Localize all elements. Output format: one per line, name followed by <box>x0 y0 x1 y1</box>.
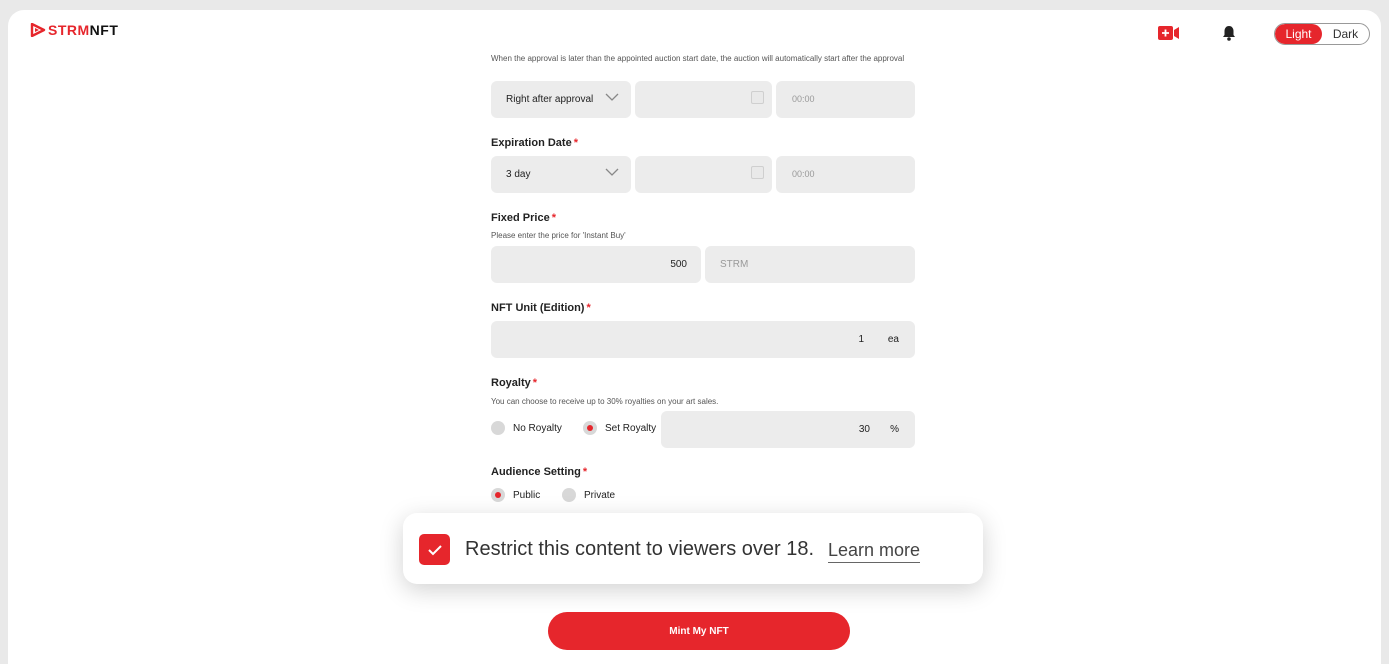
currency-field: STRM <box>705 246 915 283</box>
fixed-price-value: 500 <box>670 259 687 270</box>
expiration-time-input[interactable]: 00:00 <box>776 156 915 193</box>
logo-text-nft: NFT <box>89 22 119 38</box>
expiration-label: Expiration Date * <box>491 137 578 149</box>
logo-text-strm: STRM <box>48 22 90 38</box>
calendar-icon[interactable] <box>751 91 764 104</box>
radio-private[interactable]: Private <box>562 488 615 502</box>
radio-public-label: Public <box>513 489 541 501</box>
play-logo-icon <box>30 23 46 37</box>
required-marker: * <box>586 302 591 314</box>
age-restriction-card: Restrict this content to viewers over 18… <box>403 513 983 584</box>
radio-circle[interactable] <box>562 488 576 502</box>
fixed-price-label-text: Fixed Price <box>491 212 550 224</box>
auction-start-time-input[interactable]: 00:00 <box>776 81 915 118</box>
theme-dark-option[interactable]: Dark <box>1322 24 1369 44</box>
radio-set-royalty-label: Set Royalty <box>605 422 657 434</box>
currency-label: STRM <box>720 259 749 270</box>
nft-unit-label-text: NFT Unit (Edition) <box>491 302 585 314</box>
chevron-down-icon <box>605 93 619 101</box>
chevron-down-icon <box>605 168 619 176</box>
auction-start-date-input[interactable] <box>635 81 772 118</box>
auction-start-note: When the approval is later than the appo… <box>491 54 905 63</box>
auction-start-select[interactable]: Right after approval <box>491 81 631 118</box>
fixed-price-input[interactable]: 500 <box>491 246 701 283</box>
royalty-input[interactable]: 30 % <box>661 411 915 448</box>
radio-circle-selected[interactable] <box>491 488 505 502</box>
radio-circle[interactable] <box>491 421 505 435</box>
expiration-label-text: Expiration Date <box>491 137 572 149</box>
audience-label: Audience Setting * <box>491 466 587 478</box>
live-stream-icon[interactable] <box>1158 26 1180 45</box>
radio-no-royalty[interactable]: No Royalty <box>491 421 562 435</box>
radio-circle-selected[interactable] <box>583 421 597 435</box>
expiration-select-value: 3 day <box>506 169 531 180</box>
expiration-date-input[interactable] <box>635 156 772 193</box>
nft-unit-input[interactable]: 1 ea <box>491 321 915 358</box>
audience-label-text: Audience Setting <box>491 466 581 478</box>
radio-public[interactable]: Public <box>491 488 540 502</box>
required-marker: * <box>532 377 538 389</box>
required-marker: * <box>551 212 556 224</box>
auction-start-select-value: Right after approval <box>506 94 594 105</box>
required-marker: * <box>582 466 588 478</box>
theme-light-option[interactable]: Light <box>1275 24 1322 44</box>
expiration-select[interactable]: 3 day <box>491 156 631 193</box>
royalty-suffix: % <box>890 424 899 435</box>
calendar-icon[interactable] <box>751 166 764 179</box>
theme-toggle[interactable]: Light Dark <box>1274 23 1370 45</box>
required-marker: * <box>573 137 578 149</box>
fixed-price-note: Please enter the price for 'Instant Buy' <box>491 231 626 240</box>
learn-more-link[interactable]: Learn more <box>828 540 921 563</box>
expiration-time-placeholder: 00:00 <box>792 169 815 179</box>
fixed-price-label: Fixed Price * <box>491 212 556 224</box>
age-restriction-checkbox[interactable] <box>419 534 450 565</box>
royalty-label-text: Royalty <box>491 377 531 389</box>
logo[interactable]: STRM NFT <box>30 22 118 38</box>
auction-start-time-placeholder: 00:00 <box>792 94 815 104</box>
mint-button[interactable]: Mint My NFT <box>548 612 850 650</box>
bell-icon[interactable] <box>1222 25 1236 46</box>
royalty-value: 30 <box>858 424 870 435</box>
nft-unit-label: NFT Unit (Edition) * <box>491 302 591 314</box>
age-restriction-text: Restrict this content to viewers over 18… <box>465 538 815 560</box>
nft-unit-value: 1 <box>858 334 864 345</box>
radio-set-royalty[interactable]: Set Royalty <box>583 421 656 435</box>
radio-no-royalty-label: No Royalty <box>513 422 562 434</box>
royalty-note: You can choose to receive up to 30% roya… <box>491 397 719 406</box>
radio-private-label: Private <box>584 489 616 501</box>
checkmark-icon <box>427 544 442 555</box>
nft-unit-suffix: ea <box>887 334 899 345</box>
royalty-label: Royalty * <box>491 377 537 389</box>
